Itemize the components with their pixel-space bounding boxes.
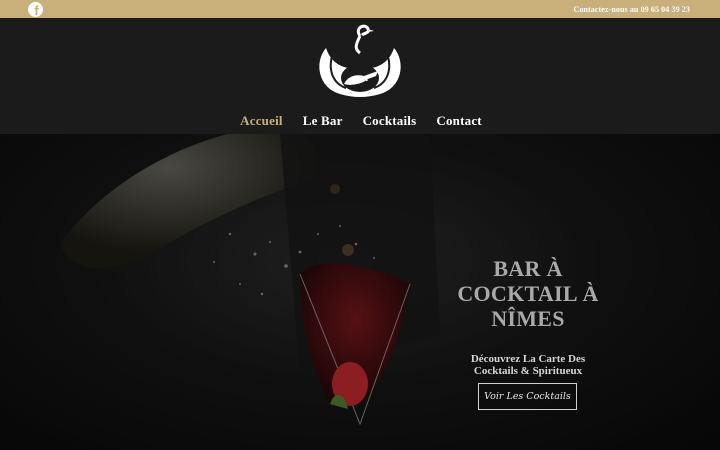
nav-item-accueil[interactable]: Accueil [240, 113, 283, 129]
contact-phone-text[interactable]: Contactez-nous au 09 65 04 39 23 [573, 5, 690, 14]
nav-item-le-bar[interactable]: Le Bar [303, 113, 343, 129]
facebook-icon[interactable]: f [28, 1, 43, 17]
hero-title: BAR À COCKTAIL À NÎMES [457, 256, 599, 331]
hero-subtitle: Découvrez La Carte Des Cocktails & Spiri… [470, 353, 586, 377]
hero-text-block: BAR À COCKTAIL À NÎMES Découvrez La Cart… [438, 256, 618, 377]
swan-crocodile-logo[interactable] [310, 22, 410, 98]
hero-section: BAR À COCKTAIL À NÎMES Découvrez La Cart… [0, 134, 720, 450]
top-bar: f Contactez-nous au 09 65 04 39 23 [0, 0, 720, 18]
site-header: Accueil Le Bar Cocktails Contact [0, 18, 720, 134]
see-cocktails-button[interactable]: Voir Les Cocktails [478, 383, 577, 410]
nav-item-cocktails[interactable]: Cocktails [363, 113, 417, 129]
nav-item-contact[interactable]: Contact [436, 113, 481, 129]
main-nav: Accueil Le Bar Cocktails Contact [0, 113, 720, 129]
